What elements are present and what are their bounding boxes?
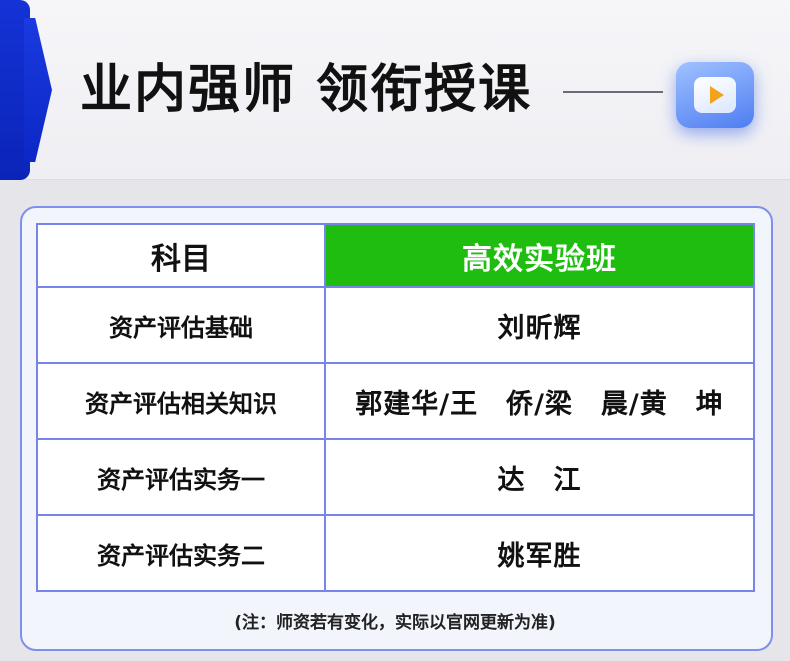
footnote: (注：师资若有变化，实际以官网更新为准)	[234, 613, 556, 633]
faculty-table: 科目 高效实验班 资产评估基础 刘昕辉 资产评估相关知识 郭建华/王 侨/梁 晨…	[36, 223, 755, 592]
table-header-row: 科目 高效实验班	[36, 223, 755, 288]
subject-cell: 资产评估基础	[36, 286, 326, 364]
teacher-cell: 达 江	[324, 438, 755, 516]
page-title: 业内强师 领衔授课	[80, 60, 533, 120]
play-icon	[710, 86, 724, 104]
table-row: 资产评估实务一 达 江	[36, 438, 755, 516]
teacher-cell: 刘昕辉	[324, 286, 755, 364]
play-button[interactable]	[676, 62, 754, 128]
column-header-subject: 科目	[36, 223, 326, 288]
table-row: 资产评估基础 刘昕辉	[36, 286, 755, 364]
column-header-class: 高效实验班	[324, 223, 755, 288]
subject-cell: 资产评估实务二	[36, 514, 326, 592]
teacher-cell: 姚军胜	[324, 514, 755, 592]
table-row: 资产评估相关知识 郭建华/王 侨/梁 晨/黄 坤	[36, 362, 755, 440]
title-divider	[563, 91, 663, 93]
teacher-cell: 郭建华/王 侨/梁 晨/黄 坤	[324, 362, 755, 440]
subject-cell: 资产评估相关知识	[36, 362, 326, 440]
play-badge-inner	[694, 77, 736, 113]
accent-arrow-icon	[24, 18, 52, 162]
table-row: 资产评估实务二 姚军胜	[36, 514, 755, 592]
header-banner: 业内强师 领衔授课	[0, 0, 790, 180]
subject-cell: 资产评估实务一	[36, 438, 326, 516]
